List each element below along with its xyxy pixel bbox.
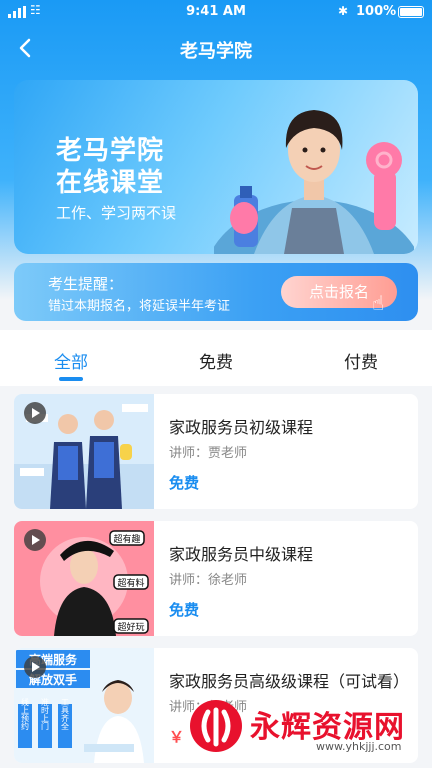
thumb-col-ontime: 准时上门 xyxy=(41,697,50,731)
site-watermark: 永辉资源网 www.yhkjjj.com xyxy=(186,692,426,764)
battery-icon xyxy=(398,6,424,18)
active-tab-indicator xyxy=(59,377,83,381)
watermark-url: www.yhkjjj.com xyxy=(316,740,402,753)
exam-reminder-card: 考生提醒： 错过本期报名，将延误半年考证 点击报名 ☝ xyxy=(14,263,418,321)
course-teacher: 讲师：贾老师 xyxy=(169,446,248,461)
course-price: 免费 xyxy=(169,601,200,619)
banner-title-line2: 在线课堂 xyxy=(56,168,165,198)
tab-free[interactable]: 免费 xyxy=(176,348,256,373)
thumb-col-tools: 工具齐全 xyxy=(61,698,70,730)
status-bar: ☷ 9:41 AM ✱ 100% xyxy=(0,0,432,24)
course-price: ￥ xyxy=(169,728,185,746)
course-card-intermediate[interactable]: 超有趣 超有料 超好玩 家政服务员中级课程 讲师：徐老师 免费 xyxy=(14,521,418,636)
course-card-beginner[interactable]: 家政服务员初级课程 讲师：贾老师 免费 xyxy=(14,394,418,509)
tab-all[interactable]: 全部 xyxy=(31,348,111,373)
thumb-tag-play: 超好玩 xyxy=(117,621,144,633)
thumb-tag-content: 超有料 xyxy=(117,577,144,589)
course-price: 免费 xyxy=(169,474,200,492)
navigation-bar: 老马学院 xyxy=(0,30,432,66)
course-title: 家政服务员初级课程 xyxy=(169,418,314,437)
course-thumbnail xyxy=(14,394,154,509)
page-title: 老马学院 xyxy=(180,41,252,62)
banner-woman-illustration xyxy=(214,110,414,254)
play-icon xyxy=(24,402,46,424)
reminder-text: 错过本期报名，将延误半年考证 xyxy=(48,299,231,314)
play-icon xyxy=(24,656,46,678)
watermark-logo xyxy=(190,700,242,752)
pointing-hand-icon: ☝ xyxy=(372,291,385,315)
thumb-col-booking: 线上预约 xyxy=(21,697,30,731)
thumb-tag-fun: 超有趣 xyxy=(113,533,140,545)
course-filter-tabs: 全部 免费 付费 xyxy=(0,330,432,386)
bluetooth-icon: ✱ xyxy=(338,4,349,18)
course-thumbnail: 高端服务 解放双手 线上预约 准时上门 工具齐全 xyxy=(14,648,154,763)
promo-banner[interactable]: 老马学院 在线课堂 工作、学习两不误 xyxy=(14,80,418,254)
course-thumbnail: 超有趣 超有料 超好玩 xyxy=(14,521,154,636)
reminder-title: 考生提醒： xyxy=(48,275,124,293)
course-title: 家政服务员高级级课程（可试看） xyxy=(169,672,410,691)
banner-subtitle: 工作、学习两不误 xyxy=(56,204,177,222)
play-icon xyxy=(24,529,46,551)
course-teacher: 讲师：徐老师 xyxy=(169,573,248,588)
tab-paid[interactable]: 付费 xyxy=(321,348,401,373)
battery-percentage: 100% xyxy=(356,4,397,19)
course-title: 家政服务员中级课程 xyxy=(169,545,314,564)
